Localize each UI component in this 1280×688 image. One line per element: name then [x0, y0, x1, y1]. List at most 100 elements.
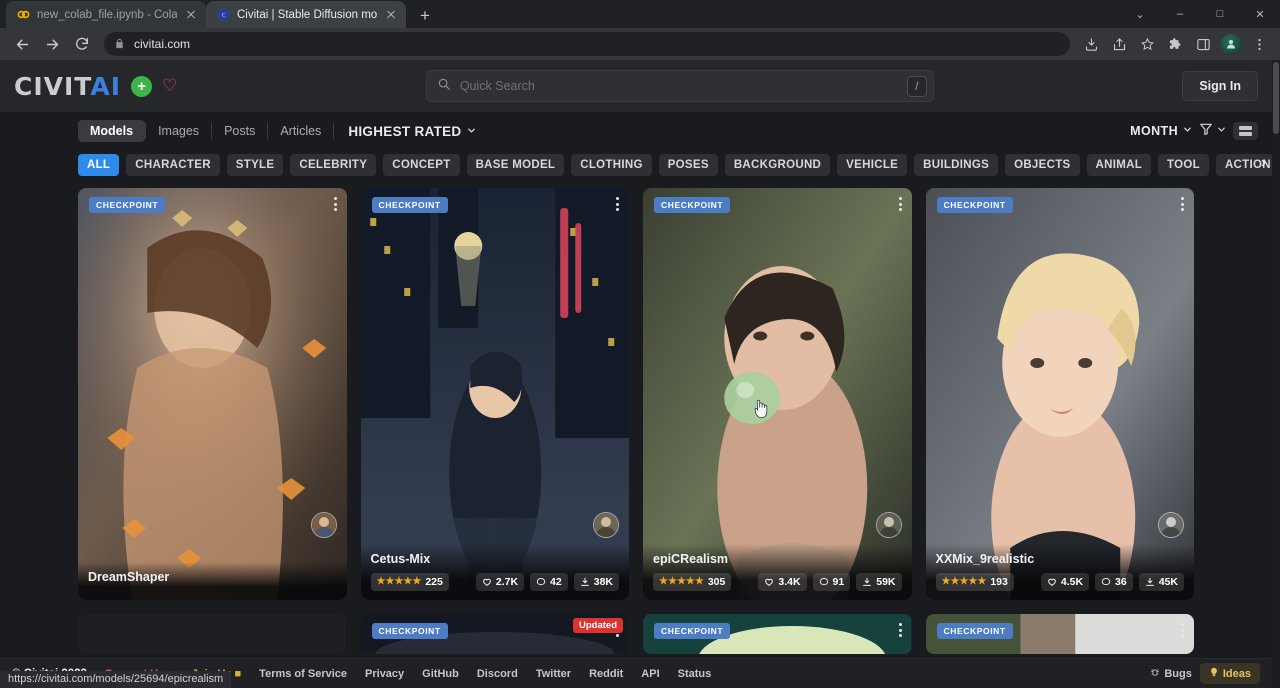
sort-dropdown[interactable]: HIGHEST RATED — [348, 124, 477, 139]
sidepanel-icon[interactable] — [1190, 31, 1216, 57]
close-icon[interactable] — [384, 8, 398, 22]
model-card-cetus-mix[interactable]: CHECKPOINT Cetus-Mix ★★★★★ 225 — [361, 188, 630, 600]
model-card-dreamshaper[interactable]: CHECKPOINT DreamShaper — [78, 188, 347, 600]
tab-search-chevron-down-icon[interactable]: ⌄ — [1120, 0, 1160, 28]
close-window-icon[interactable]: ✕ — [1240, 0, 1280, 28]
install-icon[interactable] — [1078, 31, 1104, 57]
chip-character[interactable]: CHARACTER — [126, 154, 220, 176]
page-viewport: CIVITAI + ♡ Quick Search / Sign In — [0, 60, 1280, 688]
card-menu-icon[interactable] — [334, 197, 337, 211]
model-card-row2-3[interactable]: CHECKPOINT — [643, 614, 912, 654]
card-menu-icon[interactable] — [1181, 623, 1184, 637]
civitai-logo[interactable]: CIVITAI + ♡ — [14, 72, 177, 101]
chip-buildings[interactable]: BUILDINGS — [914, 154, 998, 176]
model-thumbnail — [78, 614, 347, 654]
extensions-puzzle-icon[interactable] — [1162, 31, 1188, 57]
tab-articles[interactable]: Articles — [268, 120, 333, 142]
ideas-button[interactable]: Ideas — [1200, 663, 1260, 684]
card-menu-icon[interactable] — [899, 623, 902, 637]
model-card-row2-4[interactable]: CHECKPOINT — [926, 614, 1195, 654]
browser-tab-civitai[interactable]: c Civitai | Stable Diffusion models, — [206, 1, 406, 28]
card-menu-icon[interactable] — [1181, 197, 1184, 211]
footer-link-discord[interactable]: Discord — [477, 668, 518, 680]
share-icon[interactable] — [1106, 31, 1132, 57]
rating-pill: ★★★★★ 193 — [936, 573, 1014, 591]
chips-next-arrow-icon[interactable]: › — [1261, 154, 1266, 171]
footer-link-reddit[interactable]: Reddit — [589, 668, 623, 680]
footer-link-api[interactable]: API — [641, 668, 659, 680]
bookmark-star-icon[interactable] — [1134, 31, 1160, 57]
chip-all[interactable]: ALL — [78, 154, 119, 176]
list-view-icon[interactable] — [1233, 122, 1258, 140]
chip-base-model[interactable]: BASE MODEL — [467, 154, 565, 176]
create-plus-icon[interactable]: + — [131, 76, 152, 97]
address-bar[interactable]: civitai.com — [104, 32, 1070, 56]
chip-poses[interactable]: POSES — [659, 154, 718, 176]
heart-icon — [764, 577, 774, 587]
model-type-badge: CHECKPOINT — [372, 197, 448, 213]
search-input-placeholder[interactable]: Quick Search — [460, 79, 898, 93]
rating-count: 305 — [708, 576, 726, 588]
scrollbar-thumb[interactable] — [1273, 62, 1279, 134]
footer-link-terms[interactable]: Terms of Service — [259, 668, 347, 680]
creator-avatar[interactable] — [1158, 512, 1184, 538]
creator-avatar[interactable] — [876, 512, 902, 538]
reload-icon[interactable] — [68, 30, 96, 58]
close-icon[interactable] — [184, 8, 198, 22]
profile-avatar-icon[interactable] — [1218, 31, 1244, 57]
chip-celebrity[interactable]: CELEBRITY — [290, 154, 376, 176]
model-card-epicrealism[interactable]: CHECKPOINT epiCRealism ★★★★★ 305 — [643, 188, 912, 600]
page-scrollbar[interactable] — [1272, 60, 1280, 688]
sign-in-button[interactable]: Sign In — [1182, 71, 1258, 101]
badge-icon: ■ — [235, 668, 242, 680]
model-card-xxmix-9realistic[interactable]: CHECKPOINT XXMix_9realistic ★★★★★ 1 — [926, 188, 1195, 600]
svg-text:c: c — [221, 11, 225, 19]
model-title: epiCRealism — [653, 552, 902, 566]
minimize-icon[interactable]: – — [1160, 0, 1200, 28]
chip-clothing[interactable]: CLOTHING — [571, 154, 651, 176]
logo-ai-text: AI — [90, 72, 121, 101]
card-menu-icon[interactable] — [616, 197, 619, 211]
forward-icon[interactable] — [38, 30, 66, 58]
comments-count: 42 — [550, 576, 562, 588]
back-icon[interactable] — [8, 30, 36, 58]
likes-pill: 2.7K — [476, 573, 524, 591]
creator-avatar[interactable] — [593, 512, 619, 538]
model-type-badge: CHECKPOINT — [89, 197, 165, 213]
footer-link-privacy[interactable]: Privacy — [365, 668, 404, 680]
comments-count: 36 — [1115, 576, 1127, 588]
search-bar[interactable]: Quick Search / — [426, 70, 934, 102]
creator-avatar[interactable] — [311, 512, 337, 538]
heart-icon[interactable]: ♡ — [162, 76, 177, 96]
browser-tab-colab[interactable]: new_colab_file.ipynb - Colaborat — [6, 1, 206, 28]
chip-animal[interactable]: ANIMAL — [1087, 154, 1152, 176]
colab-icon — [16, 8, 30, 22]
tab-posts[interactable]: Posts — [212, 120, 267, 142]
footer-link-github[interactable]: GitHub — [422, 668, 459, 680]
tab-models[interactable]: Models — [78, 120, 145, 142]
tab-title: new_colab_file.ipynb - Colaborat — [37, 9, 177, 21]
chip-objects[interactable]: OBJECTS — [1005, 154, 1079, 176]
chrome-menu-icon[interactable] — [1246, 31, 1272, 57]
model-thumbnail — [78, 188, 347, 600]
new-tab-button[interactable]: + — [411, 2, 439, 28]
footer-link-twitter[interactable]: Twitter — [536, 668, 571, 680]
chip-vehicle[interactable]: VEHICLE — [837, 154, 907, 176]
rating-pill: ★★★★★ 225 — [371, 573, 449, 591]
link-status-bar: https://civitai.com/models/25694/epicrea… — [0, 671, 231, 688]
filter-button[interactable] — [1199, 122, 1227, 141]
maximize-icon[interactable]: □ — [1200, 0, 1240, 28]
search-container: Quick Search / — [187, 70, 1172, 102]
bugs-button[interactable]: Bugs — [1150, 667, 1192, 680]
footer-link-status[interactable]: Status — [678, 668, 712, 680]
period-dropdown[interactable]: MONTH — [1130, 124, 1193, 138]
chip-tool[interactable]: TOOL — [1158, 154, 1209, 176]
chip-background[interactable]: BACKGROUND — [725, 154, 830, 176]
comment-icon — [536, 577, 546, 587]
chip-style[interactable]: STYLE — [227, 154, 284, 176]
model-card-row2-2[interactable]: Updated CHECKPOINT — [361, 614, 630, 654]
model-card-row2-1[interactable] — [78, 614, 347, 654]
card-menu-icon[interactable] — [899, 197, 902, 211]
tab-images[interactable]: Images — [146, 120, 211, 142]
chip-concept[interactable]: CONCEPT — [383, 154, 459, 176]
